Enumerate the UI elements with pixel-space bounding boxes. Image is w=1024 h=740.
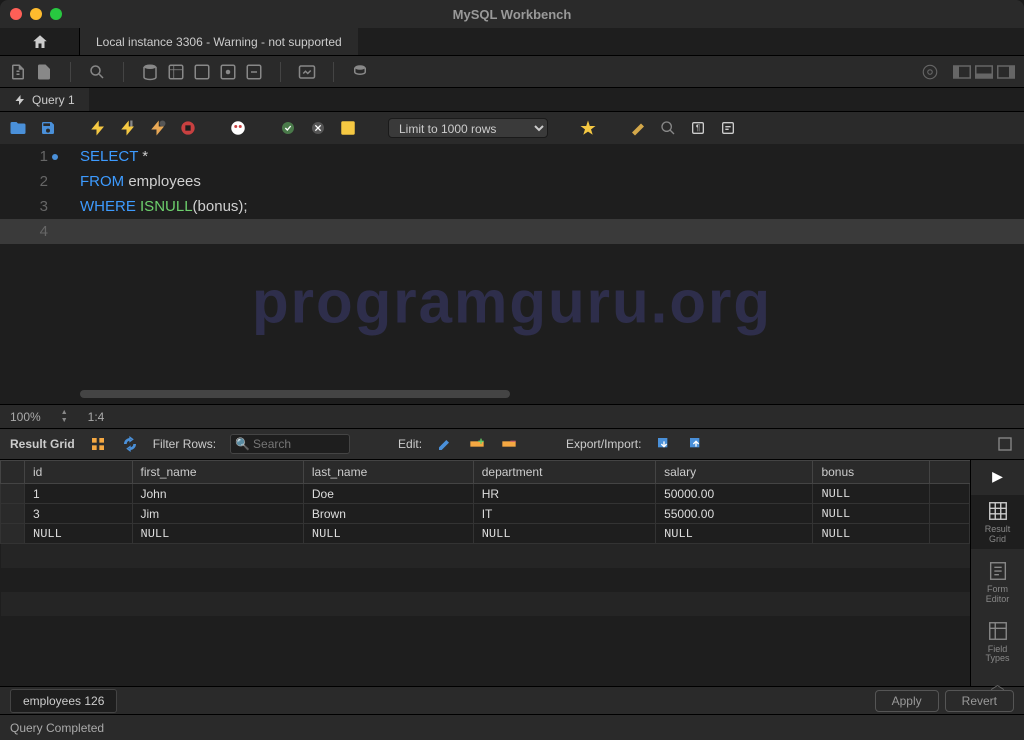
table-row[interactable]: 3 Jim Brown IT 55000.00 NULL bbox=[1, 504, 970, 524]
horizontal-scrollbar[interactable] bbox=[80, 390, 510, 398]
result-area: id first_name last_name department salar… bbox=[0, 460, 1024, 686]
column-header[interactable]: salary bbox=[656, 461, 813, 484]
line-number: 2 bbox=[40, 173, 48, 190]
search-icon: 🔍 bbox=[235, 437, 250, 451]
query-tab-bar: Query 1 bbox=[0, 88, 1024, 112]
commit-icon[interactable] bbox=[278, 118, 298, 138]
column-header[interactable]: last_name bbox=[303, 461, 473, 484]
db-icon-3[interactable] bbox=[192, 62, 212, 82]
db-icon-2[interactable] bbox=[166, 62, 186, 82]
settings-icon[interactable] bbox=[920, 62, 940, 82]
explain-icon[interactable] bbox=[148, 118, 168, 138]
home-icon bbox=[31, 33, 49, 51]
refresh-icon[interactable] bbox=[121, 435, 139, 453]
result-tab[interactable]: employees 126 bbox=[10, 689, 117, 713]
execute-icon[interactable] bbox=[88, 118, 108, 138]
revert-button[interactable]: Revert bbox=[945, 690, 1014, 712]
table-row-new[interactable]: NULL NULL NULL NULL NULL NULL bbox=[1, 524, 970, 544]
export-label: Export/Import: bbox=[566, 437, 641, 451]
zoom-level: 100% bbox=[10, 410, 41, 424]
column-header[interactable]: id bbox=[25, 461, 133, 484]
field-types-icon bbox=[986, 619, 1010, 643]
connection-tab-bar: Local instance 3306 - Warning - not supp… bbox=[0, 28, 1024, 56]
wrap-icon[interactable] bbox=[718, 118, 738, 138]
add-row-icon[interactable] bbox=[468, 435, 486, 453]
grid-view-icon[interactable] bbox=[89, 435, 107, 453]
inspector-icon[interactable] bbox=[87, 62, 107, 82]
db-icon-5[interactable] bbox=[244, 62, 264, 82]
new-sql-tab-icon[interactable] bbox=[8, 62, 28, 82]
wrap-cell-icon[interactable] bbox=[996, 435, 1014, 453]
grid-icon bbox=[986, 499, 1010, 523]
editor-status-bar: 100% ▲▼ 1:4 bbox=[0, 404, 1024, 428]
export-icon[interactable] bbox=[655, 435, 673, 453]
query-tab-label: Query 1 bbox=[32, 93, 75, 107]
column-header[interactable]: department bbox=[473, 461, 655, 484]
close-window-button[interactable] bbox=[10, 8, 22, 20]
bottom-tab-bar: employees 126 Apply Revert bbox=[0, 686, 1024, 714]
line-number: 3 bbox=[40, 198, 48, 215]
stop-icon[interactable] bbox=[178, 118, 198, 138]
find-icon[interactable] bbox=[658, 118, 678, 138]
column-header[interactable]: bonus bbox=[813, 461, 930, 484]
column-header[interactable]: first_name bbox=[132, 461, 303, 484]
filter-label: Filter Rows: bbox=[153, 437, 216, 451]
result-side-panel: ▶ Result Grid Form Editor Field Types ︿﹀ bbox=[970, 460, 1024, 686]
panel-left-icon[interactable] bbox=[952, 62, 972, 82]
sql-editor[interactable]: 1 SELECT * 2 FROM employees 3 WHERE ISNU… bbox=[0, 144, 1024, 404]
connection-tab[interactable]: Local instance 3306 - Warning - not supp… bbox=[80, 28, 358, 55]
delete-row-icon[interactable] bbox=[500, 435, 518, 453]
result-grid-label: Result Grid bbox=[10, 437, 75, 451]
titlebar: MySQL Workbench bbox=[0, 0, 1024, 28]
corner-cell bbox=[1, 461, 25, 484]
form-icon bbox=[986, 559, 1010, 583]
open-sql-icon[interactable] bbox=[34, 62, 54, 82]
db-icon-4[interactable] bbox=[218, 62, 238, 82]
minimize-window-button[interactable] bbox=[30, 8, 42, 20]
favorite-icon[interactable] bbox=[578, 118, 598, 138]
main-toolbar bbox=[0, 56, 1024, 88]
open-file-icon[interactable] bbox=[8, 118, 28, 138]
edit-row-icon[interactable] bbox=[436, 435, 454, 453]
status-text: Query Completed bbox=[10, 721, 104, 735]
beautify-icon[interactable] bbox=[628, 118, 648, 138]
rollback-icon[interactable] bbox=[308, 118, 328, 138]
form-editor-button[interactable]: Form Editor bbox=[971, 555, 1024, 609]
connection-tab-label: Local instance 3306 - Warning - not supp… bbox=[96, 35, 342, 49]
save-file-icon[interactable] bbox=[38, 118, 58, 138]
lightning-icon bbox=[14, 94, 26, 106]
edit-label: Edit: bbox=[398, 437, 422, 451]
result-grid[interactable]: id first_name last_name department salar… bbox=[0, 460, 970, 686]
expand-panel-icon[interactable]: ▶ bbox=[992, 468, 1003, 485]
query-tab[interactable]: Query 1 bbox=[0, 88, 89, 111]
no-limits-icon[interactable] bbox=[228, 118, 248, 138]
maximize-window-button[interactable] bbox=[50, 8, 62, 20]
line-number: 1 bbox=[40, 148, 48, 165]
window-title: MySQL Workbench bbox=[453, 7, 572, 22]
db-icon-1[interactable] bbox=[140, 62, 160, 82]
panel-bottom-icon[interactable] bbox=[974, 62, 994, 82]
line-number: 4 bbox=[40, 223, 48, 240]
invisible-icon[interactable]: ¶ bbox=[688, 118, 708, 138]
dashboard-icon[interactable] bbox=[297, 62, 317, 82]
panel-right-icon[interactable] bbox=[996, 62, 1016, 82]
result-grid-view-button[interactable]: Result Grid bbox=[971, 495, 1024, 549]
import-icon[interactable] bbox=[687, 435, 705, 453]
home-tab[interactable] bbox=[0, 28, 80, 55]
zoom-stepper[interactable]: ▲▼ bbox=[61, 409, 68, 424]
autocommit-icon[interactable] bbox=[338, 118, 358, 138]
table-header-row: id first_name last_name department salar… bbox=[1, 461, 970, 484]
result-toolbar: Result Grid Filter Rows: 🔍 Edit: Export/… bbox=[0, 428, 1024, 460]
field-types-button[interactable]: Field Types bbox=[971, 615, 1024, 669]
rebuild-icon[interactable] bbox=[350, 62, 370, 82]
limit-select[interactable]: Limit to 1000 rows bbox=[388, 118, 548, 138]
apply-button[interactable]: Apply bbox=[875, 690, 939, 712]
execute-current-icon[interactable] bbox=[118, 118, 138, 138]
svg-text:¶: ¶ bbox=[696, 124, 700, 133]
table-row[interactable]: 1 John Doe HR 50000.00 NULL bbox=[1, 484, 970, 504]
editor-toolbar: Limit to 1000 rows ¶ bbox=[0, 112, 1024, 144]
cursor-position: 1:4 bbox=[88, 410, 105, 424]
